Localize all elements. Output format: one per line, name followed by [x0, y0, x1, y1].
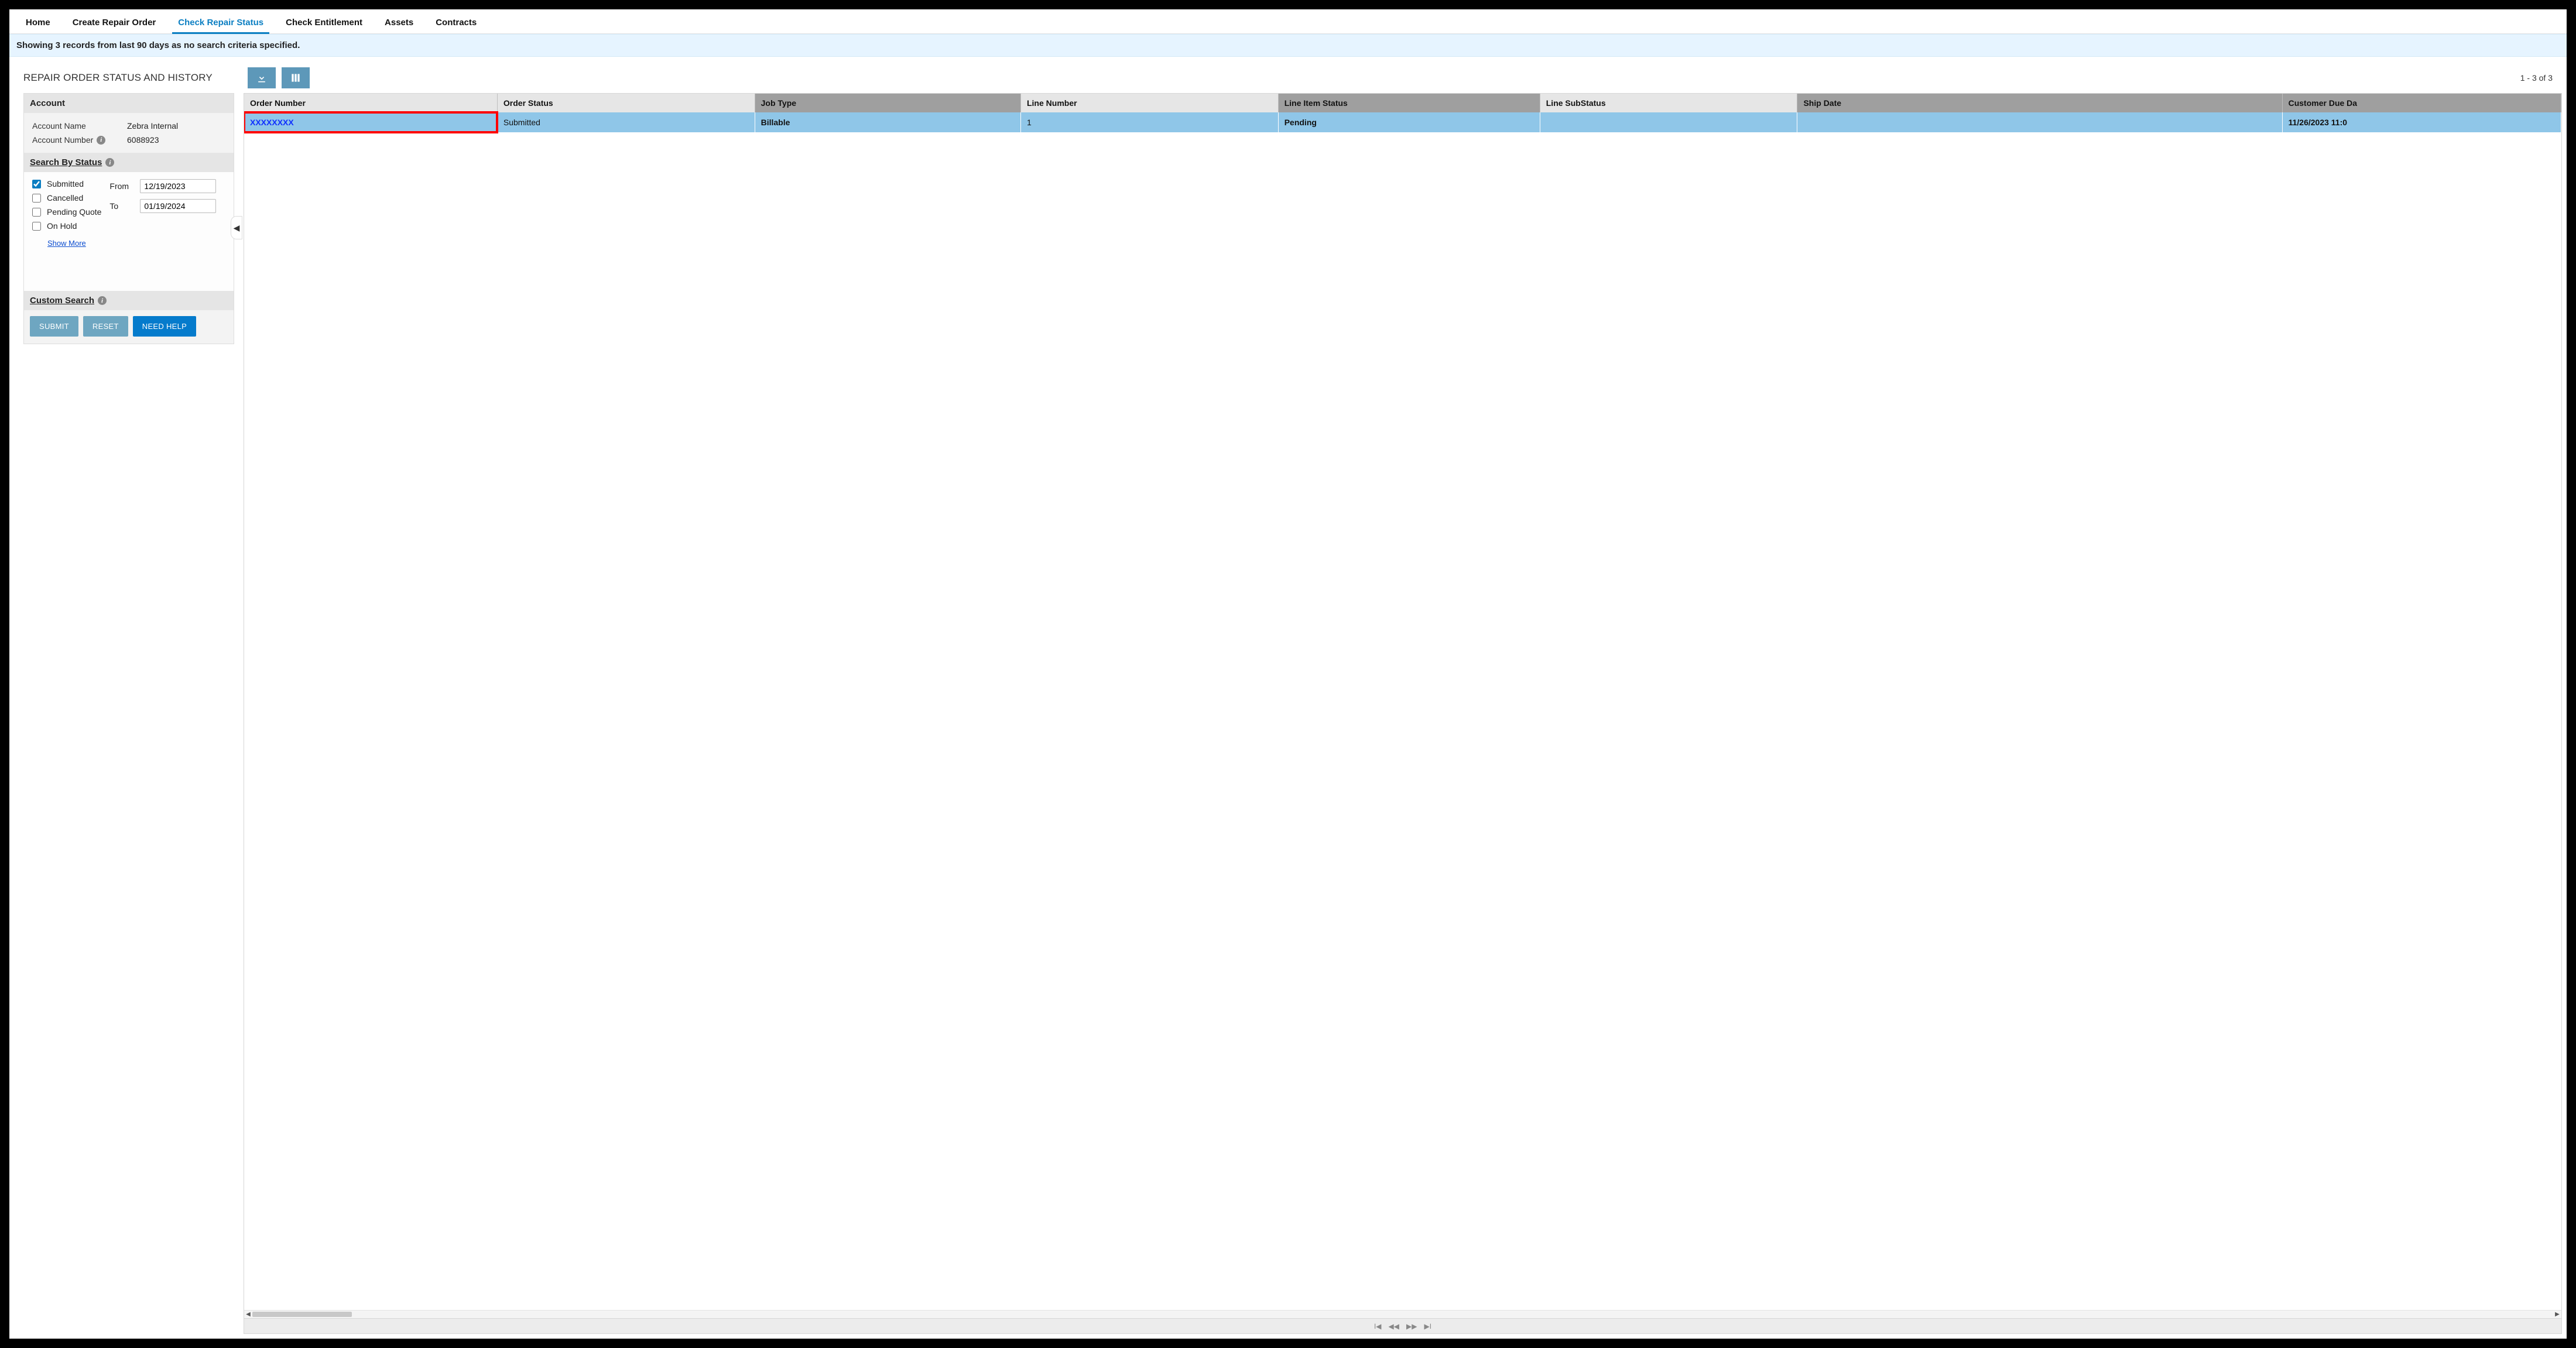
sidebar-collapse-handle[interactable]: ◀	[231, 216, 242, 239]
status-option-submitted[interactable]: Submitted	[32, 179, 101, 188]
info-banner: Showing 3 records from last 90 days as n…	[9, 34, 2567, 57]
status-checkbox[interactable]	[32, 180, 41, 188]
toolbar	[248, 67, 310, 88]
info-icon[interactable]: i	[98, 296, 107, 305]
status-section: Submitted Cancelled Pending Quote On Hold Sh…	[24, 172, 234, 256]
grid-wrap: Order NumberOrder StatusJob TypeLine Num…	[244, 93, 2562, 1334]
custom-search-header[interactable]: Custom Search i	[24, 291, 234, 310]
account-name-label: Account Name	[32, 121, 120, 131]
show-more-link[interactable]: Show More	[32, 235, 101, 248]
status-option-on-hold[interactable]: On Hold	[32, 221, 101, 231]
results-table: Order NumberOrder StatusJob TypeLine Num…	[244, 94, 2561, 132]
date-to-row: To	[109, 199, 216, 213]
app-root: Home Create Repair Order Check Repair Stat…	[9, 9, 2567, 1339]
tab-check-repair-status[interactable]: Check Repair Status	[176, 14, 266, 33]
results-pane: Order NumberOrder StatusJob TypeLine Num…	[244, 93, 2562, 1334]
download-icon	[256, 72, 268, 84]
scroll-right-arrow[interactable]: ▶	[2553, 1311, 2561, 1318]
status-option-label: Pending Quote	[47, 207, 101, 217]
order-number-link[interactable]: XXXXXXXX	[250, 118, 294, 127]
need-help-button[interactable]: NEED HELP	[133, 316, 196, 337]
body: Account Account Name Zebra Internal Acco…	[9, 93, 2567, 1339]
status-options: Submitted Cancelled Pending Quote On Hold Sh…	[32, 179, 101, 248]
nav-tabs: Home Create Repair Order Check Repair Stat…	[9, 9, 2567, 34]
status-checkbox[interactable]	[32, 194, 41, 203]
account-section: Account Name Zebra Internal Account Numb…	[24, 113, 234, 153]
table-cell: 11/26/2023 11:0	[2282, 112, 2561, 132]
table-cell: Billable	[755, 112, 1020, 132]
col-line-number[interactable]: Line Number	[1020, 94, 1278, 112]
to-label: To	[109, 201, 135, 211]
topbar: REPAIR ORDER STATUS AND HISTORY 1 - 3 of…	[9, 57, 2567, 93]
grid-scroll[interactable]: Order NumberOrder StatusJob TypeLine Num…	[244, 94, 2561, 1310]
status-checkbox[interactable]	[32, 222, 41, 231]
account-section-header: Account	[24, 94, 234, 113]
scroll-left-arrow[interactable]: ◀	[244, 1311, 252, 1318]
table-row[interactable]: XXXXXXXX SubmittedBillable1Pending 11/26/2…	[244, 112, 2561, 132]
submit-button[interactable]: SUBMIT	[30, 316, 78, 337]
columns-icon	[290, 72, 302, 84]
page-title: REPAIR ORDER STATUS AND HISTORY	[23, 72, 213, 84]
tab-check-entitlement[interactable]: Check Entitlement	[283, 14, 365, 33]
tab-assets[interactable]: Assets	[382, 14, 416, 33]
to-date-input[interactable]	[140, 199, 216, 213]
status-checkbox[interactable]	[32, 208, 41, 217]
chevron-left-icon: ◀	[234, 223, 240, 233]
info-icon[interactable]: i	[97, 136, 105, 145]
col-ship-date[interactable]: Ship Date	[1797, 94, 2282, 112]
table-cell	[1797, 112, 2282, 132]
col-order-number[interactable]: Order Number	[244, 94, 497, 112]
table-cell: XXXXXXXX	[244, 112, 497, 132]
from-date-input[interactable]	[140, 179, 216, 193]
date-from-row: From	[109, 179, 216, 193]
download-button[interactable]	[248, 67, 276, 88]
status-option-pending-quote[interactable]: Pending Quote	[32, 207, 101, 217]
col-order-status[interactable]: Order Status	[497, 94, 755, 112]
status-option-label: Submitted	[47, 179, 84, 188]
reset-button[interactable]: RESET	[83, 316, 128, 337]
info-icon[interactable]: i	[105, 158, 114, 167]
col-customer-due-da[interactable]: Customer Due Da	[2282, 94, 2561, 112]
status-option-label: Cancelled	[47, 193, 83, 203]
pager-first-icon[interactable]: I◀	[1374, 1322, 1382, 1330]
spacer	[24, 256, 234, 291]
from-label: From	[109, 181, 135, 191]
record-range: 1 - 3 of 3	[2520, 73, 2553, 83]
horizontal-scrollbar[interactable]: ◀ ▶	[244, 1310, 2561, 1318]
date-range: From To	[109, 179, 216, 248]
col-job-type[interactable]: Job Type	[755, 94, 1020, 112]
account-number-row: Account Number i 6088923	[32, 133, 225, 147]
account-name-row: Account Name Zebra Internal	[32, 119, 225, 133]
status-option-label: On Hold	[47, 221, 77, 231]
action-buttons: SUBMIT RESET NEED HELP	[24, 310, 234, 344]
table-cell: Submitted	[497, 112, 755, 132]
col-line-substatus[interactable]: Line SubStatus	[1540, 94, 1797, 112]
account-number-label: Account Number i	[32, 135, 120, 145]
tab-home[interactable]: Home	[23, 14, 53, 33]
columns-button[interactable]	[282, 67, 310, 88]
table-header-row: Order NumberOrder StatusJob TypeLine Num…	[244, 94, 2561, 112]
status-option-cancelled[interactable]: Cancelled	[32, 193, 101, 203]
filter-sidebar: Account Account Name Zebra Internal Acco…	[23, 93, 234, 1334]
tab-contracts[interactable]: Contracts	[433, 14, 479, 33]
table-cell: 1	[1020, 112, 1278, 132]
pager-prev-icon[interactable]: ◀◀	[1389, 1322, 1399, 1330]
scroll-thumb[interactable]	[252, 1312, 352, 1317]
account-name-value: Zebra Internal	[127, 121, 178, 131]
tab-create-repair-order[interactable]: Create Repair Order	[70, 14, 159, 33]
pager-last-icon[interactable]: ▶I	[1424, 1322, 1431, 1330]
col-line-item-status[interactable]: Line Item Status	[1278, 94, 1540, 112]
pager-next-icon[interactable]: ▶▶	[1406, 1322, 1417, 1330]
account-number-value: 6088923	[127, 135, 159, 145]
filter-panel: Account Account Name Zebra Internal Acco…	[23, 93, 234, 344]
status-section-header[interactable]: Search By Status i	[24, 153, 234, 172]
table-cell: Pending	[1278, 112, 1540, 132]
pager: I◀ ◀◀ ▶▶ ▶I	[244, 1318, 2561, 1333]
table-cell	[1540, 112, 1797, 132]
content: REPAIR ORDER STATUS AND HISTORY 1 - 3 of…	[9, 57, 2567, 1339]
